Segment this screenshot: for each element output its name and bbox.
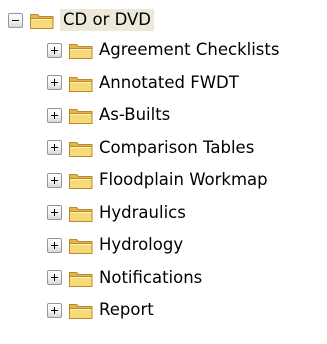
folder-icon: [68, 40, 94, 60]
tree-node-child[interactable]: Comparison Tables: [47, 134, 254, 162]
expand-icon[interactable]: [47, 205, 62, 220]
tree-node-child[interactable]: As-Builts: [47, 101, 170, 129]
tree-node-label: Hydraulics: [99, 202, 186, 222]
tree-node-label: Comparison Tables: [99, 137, 255, 157]
expand-icon[interactable]: [47, 237, 62, 253]
tree-node-label: Hydrology: [99, 235, 184, 254]
expand-icon[interactable]: [47, 140, 62, 155]
tree-node-label: As-Builts: [99, 105, 171, 124]
tree-node-label: Floodplain Workmap: [99, 170, 268, 189]
folder-icon: [68, 73, 94, 93]
folder-icon: [68, 268, 94, 288]
folder-icon: [68, 300, 94, 320]
tree-node-label: Annotated FWDT: [99, 72, 239, 92]
tree-node-child[interactable]: Hydrology: [47, 231, 183, 259]
tree-node-child[interactable]: Report: [47, 296, 154, 324]
tree-node-child[interactable]: Hydraulics: [47, 199, 186, 227]
tree-node-label: Report: [99, 300, 154, 319]
expand-icon[interactable]: [47, 107, 62, 123]
folder-icon: [68, 138, 94, 158]
folder-icon: [68, 235, 94, 255]
expand-icon[interactable]: [47, 302, 62, 318]
folder-icon: [68, 170, 94, 190]
expand-icon[interactable]: [47, 270, 62, 285]
folder-icon: [29, 10, 55, 30]
tree-node-child[interactable]: Annotated FWDT: [47, 69, 239, 97]
folder-icon: [68, 203, 94, 223]
expand-icon[interactable]: [47, 172, 62, 188]
tree-node-child[interactable]: Notifications: [47, 264, 202, 292]
folder-tree: CD or DVD Agreement Checklists Annotated …: [0, 0, 327, 344]
tree-node-label: Agreement Checklists: [99, 40, 280, 59]
collapse-icon[interactable]: [8, 12, 23, 28]
tree-node-child[interactable]: Agreement Checklists: [47, 36, 279, 64]
tree-node-child[interactable]: Floodplain Workmap: [47, 166, 268, 194]
folder-icon: [68, 105, 94, 125]
tree-node-label: Notifications: [99, 267, 203, 287]
expand-icon[interactable]: [47, 75, 62, 90]
tree-node-label: CD or DVD: [60, 9, 155, 31]
tree-node-root[interactable]: CD or DVD: [8, 6, 155, 34]
expand-icon[interactable]: [47, 42, 62, 58]
